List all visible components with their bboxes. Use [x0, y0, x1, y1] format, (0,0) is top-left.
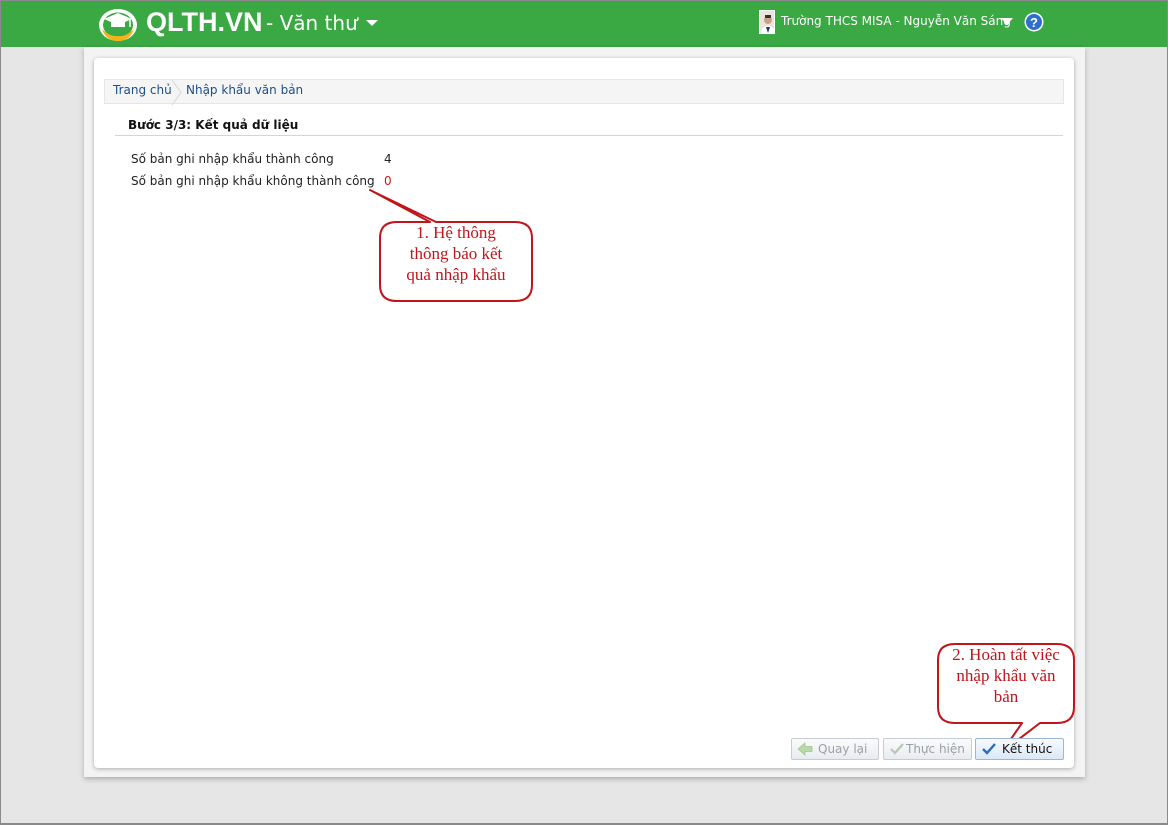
checkmark-icon	[890, 743, 904, 755]
graduation-cap-logo-icon[interactable]	[96, 3, 140, 43]
back-button[interactable]: Quay lại	[791, 738, 879, 760]
step-divider	[115, 135, 1063, 136]
back-button-label: Quay lại	[818, 742, 868, 756]
breadcrumb-home-link[interactable]: Trang chủ	[113, 83, 172, 97]
brand-name[interactable]: QLTH.VN	[146, 7, 263, 38]
callout-2-line-1: 2. Hoàn tất việc	[952, 645, 1060, 664]
module-title[interactable]: - Văn thư	[266, 11, 358, 35]
callout-2-text: 2. Hoàn tất việc nhập khẩu văn bản	[940, 644, 1072, 707]
help-question-icon[interactable]: ?	[1024, 12, 1044, 32]
finish-button[interactable]: Kết thúc	[975, 738, 1064, 760]
callout-1-text: 1. Hệ thông thông báo kết quả nhập khẩu	[382, 222, 530, 285]
callout-2-line-2: nhập khẩu văn	[956, 666, 1056, 685]
user-school-name[interactable]: Trường THCS MISA - Nguyễn Văn Sáng	[781, 14, 1011, 28]
step-title: Bước 3/3: Kết quả dữ liệu	[128, 118, 299, 132]
user-avatar[interactable]	[759, 10, 775, 34]
arrow-left-icon	[797, 742, 813, 756]
breadcrumb-separator-chevron-icon	[171, 80, 182, 105]
callout-1-line-2: thông báo kết	[409, 244, 503, 263]
breadcrumb-current: Nhập khẩu văn bản	[186, 83, 304, 97]
breadcrumb: Trang chủ Nhập khẩu văn bản	[104, 79, 1064, 105]
module-chevron-down-icon[interactable]	[366, 20, 378, 26]
execute-button-label: Thực hiện	[906, 742, 965, 756]
window-border-left	[0, 0, 1, 825]
callout-1-line-3: quả nhập khẩu	[406, 265, 506, 284]
checkmark-icon	[982, 743, 996, 755]
user-menu-chevron-down-icon[interactable]	[1001, 18, 1013, 25]
svg-text:?: ?	[1030, 15, 1038, 30]
finish-button-label: Kết thúc	[1002, 742, 1053, 756]
execute-button[interactable]: Thực hiện	[883, 738, 972, 760]
fail-count-label: Số bản ghi nhập khẩu không thành công	[131, 174, 375, 188]
fail-count-value: 0	[384, 174, 392, 188]
success-count-value: 4	[384, 152, 392, 166]
success-count-label: Số bản ghi nhập khẩu thành công	[131, 152, 334, 166]
callout-2-line-3: bản	[993, 687, 1019, 706]
callout-1-line-1: 1. Hệ thông	[416, 223, 496, 242]
